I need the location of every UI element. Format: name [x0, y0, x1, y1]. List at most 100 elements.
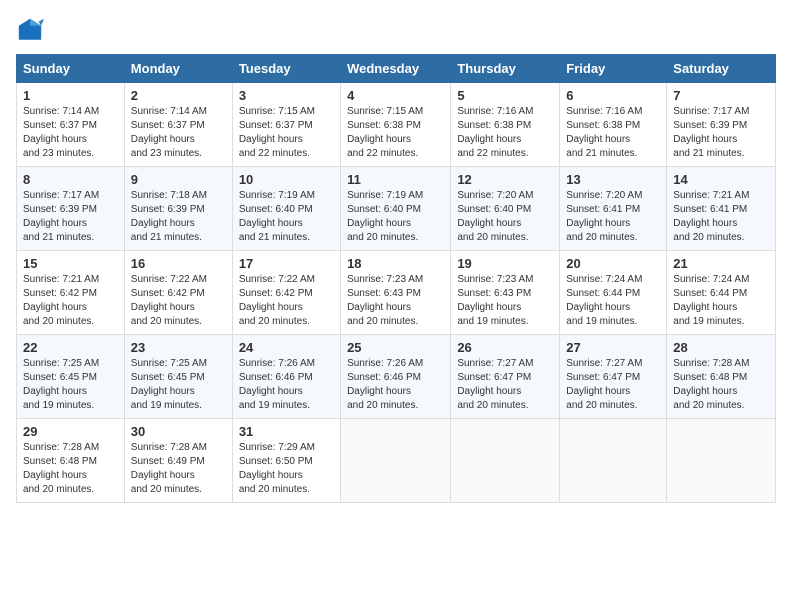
day-info: Sunrise: 7:26 AM Sunset: 6:46 PM Dayligh… — [347, 357, 444, 413]
day-info: Sunrise: 7:14 AM Sunset: 6:37 PM Dayligh… — [131, 105, 226, 161]
day-number: 31 — [239, 424, 334, 439]
calendar-day-cell: 7 Sunrise: 7:17 AM Sunset: 6:39 PM Dayli… — [667, 83, 776, 167]
calendar-day-cell: 23 Sunrise: 7:25 AM Sunset: 6:45 PM Dayl… — [124, 335, 232, 419]
calendar-day-cell: 1 Sunrise: 7:14 AM Sunset: 6:37 PM Dayli… — [17, 83, 125, 167]
weekday-header: Thursday — [451, 55, 560, 83]
calendar-day-cell: 15 Sunrise: 7:21 AM Sunset: 6:42 PM Dayl… — [17, 251, 125, 335]
day-number: 2 — [131, 88, 226, 103]
calendar-day-cell: 25 Sunrise: 7:26 AM Sunset: 6:46 PM Dayl… — [341, 335, 451, 419]
day-number: 26 — [457, 340, 553, 355]
day-info: Sunrise: 7:27 AM Sunset: 6:47 PM Dayligh… — [566, 357, 660, 413]
logo — [16, 16, 46, 44]
logo-icon — [16, 16, 44, 44]
day-info: Sunrise: 7:14 AM Sunset: 6:37 PM Dayligh… — [23, 105, 118, 161]
calendar-day-cell: 20 Sunrise: 7:24 AM Sunset: 6:44 PM Dayl… — [560, 251, 667, 335]
day-number: 6 — [566, 88, 660, 103]
day-info: Sunrise: 7:26 AM Sunset: 6:46 PM Dayligh… — [239, 357, 334, 413]
calendar-day-cell: 8 Sunrise: 7:17 AM Sunset: 6:39 PM Dayli… — [17, 167, 125, 251]
calendar-day-cell: 24 Sunrise: 7:26 AM Sunset: 6:46 PM Dayl… — [232, 335, 340, 419]
calendar-day-cell: 31 Sunrise: 7:29 AM Sunset: 6:50 PM Dayl… — [232, 419, 340, 503]
calendar-day-cell: 21 Sunrise: 7:24 AM Sunset: 6:44 PM Dayl… — [667, 251, 776, 335]
day-number: 22 — [23, 340, 118, 355]
calendar-day-cell: 26 Sunrise: 7:27 AM Sunset: 6:47 PM Dayl… — [451, 335, 560, 419]
day-number: 28 — [673, 340, 769, 355]
day-info: Sunrise: 7:28 AM Sunset: 6:48 PM Dayligh… — [23, 441, 118, 497]
day-info: Sunrise: 7:29 AM Sunset: 6:50 PM Dayligh… — [239, 441, 334, 497]
day-info: Sunrise: 7:18 AM Sunset: 6:39 PM Dayligh… — [131, 189, 226, 245]
day-number: 12 — [457, 172, 553, 187]
day-info: Sunrise: 7:28 AM Sunset: 6:48 PM Dayligh… — [673, 357, 769, 413]
calendar-day-cell: 5 Sunrise: 7:16 AM Sunset: 6:38 PM Dayli… — [451, 83, 560, 167]
calendar-day-cell: 13 Sunrise: 7:20 AM Sunset: 6:41 PM Dayl… — [560, 167, 667, 251]
calendar-week-row: 8 Sunrise: 7:17 AM Sunset: 6:39 PM Dayli… — [17, 167, 776, 251]
calendar-day-cell: 12 Sunrise: 7:20 AM Sunset: 6:40 PM Dayl… — [451, 167, 560, 251]
day-number: 11 — [347, 172, 444, 187]
page-header — [16, 16, 776, 44]
day-info: Sunrise: 7:20 AM Sunset: 6:40 PM Dayligh… — [457, 189, 553, 245]
day-info: Sunrise: 7:17 AM Sunset: 6:39 PM Dayligh… — [23, 189, 118, 245]
calendar-day-cell: 11 Sunrise: 7:19 AM Sunset: 6:40 PM Dayl… — [341, 167, 451, 251]
day-number: 24 — [239, 340, 334, 355]
day-info: Sunrise: 7:21 AM Sunset: 6:41 PM Dayligh… — [673, 189, 769, 245]
day-number: 30 — [131, 424, 226, 439]
calendar-day-cell: 14 Sunrise: 7:21 AM Sunset: 6:41 PM Dayl… — [667, 167, 776, 251]
day-info: Sunrise: 7:25 AM Sunset: 6:45 PM Dayligh… — [131, 357, 226, 413]
calendar-day-cell: 6 Sunrise: 7:16 AM Sunset: 6:38 PM Dayli… — [560, 83, 667, 167]
calendar-day-cell: 10 Sunrise: 7:19 AM Sunset: 6:40 PM Dayl… — [232, 167, 340, 251]
day-info: Sunrise: 7:24 AM Sunset: 6:44 PM Dayligh… — [673, 273, 769, 329]
day-number: 18 — [347, 256, 444, 271]
weekday-header: Friday — [560, 55, 667, 83]
day-number: 7 — [673, 88, 769, 103]
weekday-header: Tuesday — [232, 55, 340, 83]
day-number: 14 — [673, 172, 769, 187]
day-number: 13 — [566, 172, 660, 187]
day-info: Sunrise: 7:15 AM Sunset: 6:37 PM Dayligh… — [239, 105, 334, 161]
calendar-day-cell — [341, 419, 451, 503]
day-info: Sunrise: 7:25 AM Sunset: 6:45 PM Dayligh… — [23, 357, 118, 413]
weekday-header-row: SundayMondayTuesdayWednesdayThursdayFrid… — [17, 55, 776, 83]
day-number: 27 — [566, 340, 660, 355]
day-info: Sunrise: 7:22 AM Sunset: 6:42 PM Dayligh… — [131, 273, 226, 329]
day-number: 21 — [673, 256, 769, 271]
calendar-day-cell: 16 Sunrise: 7:22 AM Sunset: 6:42 PM Dayl… — [124, 251, 232, 335]
day-number: 1 — [23, 88, 118, 103]
day-info: Sunrise: 7:27 AM Sunset: 6:47 PM Dayligh… — [457, 357, 553, 413]
weekday-header: Wednesday — [341, 55, 451, 83]
day-info: Sunrise: 7:20 AM Sunset: 6:41 PM Dayligh… — [566, 189, 660, 245]
day-number: 15 — [23, 256, 118, 271]
day-number: 20 — [566, 256, 660, 271]
calendar-day-cell — [560, 419, 667, 503]
weekday-header: Sunday — [17, 55, 125, 83]
calendar-day-cell: 28 Sunrise: 7:28 AM Sunset: 6:48 PM Dayl… — [667, 335, 776, 419]
day-info: Sunrise: 7:28 AM Sunset: 6:49 PM Dayligh… — [131, 441, 226, 497]
weekday-header: Monday — [124, 55, 232, 83]
calendar-table: SundayMondayTuesdayWednesdayThursdayFrid… — [16, 54, 776, 503]
day-info: Sunrise: 7:19 AM Sunset: 6:40 PM Dayligh… — [347, 189, 444, 245]
day-info: Sunrise: 7:16 AM Sunset: 6:38 PM Dayligh… — [566, 105, 660, 161]
day-info: Sunrise: 7:23 AM Sunset: 6:43 PM Dayligh… — [347, 273, 444, 329]
day-number: 29 — [23, 424, 118, 439]
day-number: 23 — [131, 340, 226, 355]
day-info: Sunrise: 7:16 AM Sunset: 6:38 PM Dayligh… — [457, 105, 553, 161]
calendar-week-row: 29 Sunrise: 7:28 AM Sunset: 6:48 PM Dayl… — [17, 419, 776, 503]
calendar-day-cell: 22 Sunrise: 7:25 AM Sunset: 6:45 PM Dayl… — [17, 335, 125, 419]
calendar-week-row: 15 Sunrise: 7:21 AM Sunset: 6:42 PM Dayl… — [17, 251, 776, 335]
calendar-day-cell: 9 Sunrise: 7:18 AM Sunset: 6:39 PM Dayli… — [124, 167, 232, 251]
day-info: Sunrise: 7:24 AM Sunset: 6:44 PM Dayligh… — [566, 273, 660, 329]
calendar-day-cell: 29 Sunrise: 7:28 AM Sunset: 6:48 PM Dayl… — [17, 419, 125, 503]
day-number: 9 — [131, 172, 226, 187]
day-info: Sunrise: 7:15 AM Sunset: 6:38 PM Dayligh… — [347, 105, 444, 161]
calendar-day-cell: 2 Sunrise: 7:14 AM Sunset: 6:37 PM Dayli… — [124, 83, 232, 167]
day-info: Sunrise: 7:19 AM Sunset: 6:40 PM Dayligh… — [239, 189, 334, 245]
day-info: Sunrise: 7:21 AM Sunset: 6:42 PM Dayligh… — [23, 273, 118, 329]
calendar-week-row: 22 Sunrise: 7:25 AM Sunset: 6:45 PM Dayl… — [17, 335, 776, 419]
calendar-day-cell: 30 Sunrise: 7:28 AM Sunset: 6:49 PM Dayl… — [124, 419, 232, 503]
calendar-week-row: 1 Sunrise: 7:14 AM Sunset: 6:37 PM Dayli… — [17, 83, 776, 167]
calendar-day-cell: 18 Sunrise: 7:23 AM Sunset: 6:43 PM Dayl… — [341, 251, 451, 335]
calendar-day-cell: 27 Sunrise: 7:27 AM Sunset: 6:47 PM Dayl… — [560, 335, 667, 419]
calendar-day-cell: 19 Sunrise: 7:23 AM Sunset: 6:43 PM Dayl… — [451, 251, 560, 335]
day-number: 16 — [131, 256, 226, 271]
day-number: 5 — [457, 88, 553, 103]
day-info: Sunrise: 7:23 AM Sunset: 6:43 PM Dayligh… — [457, 273, 553, 329]
day-number: 8 — [23, 172, 118, 187]
